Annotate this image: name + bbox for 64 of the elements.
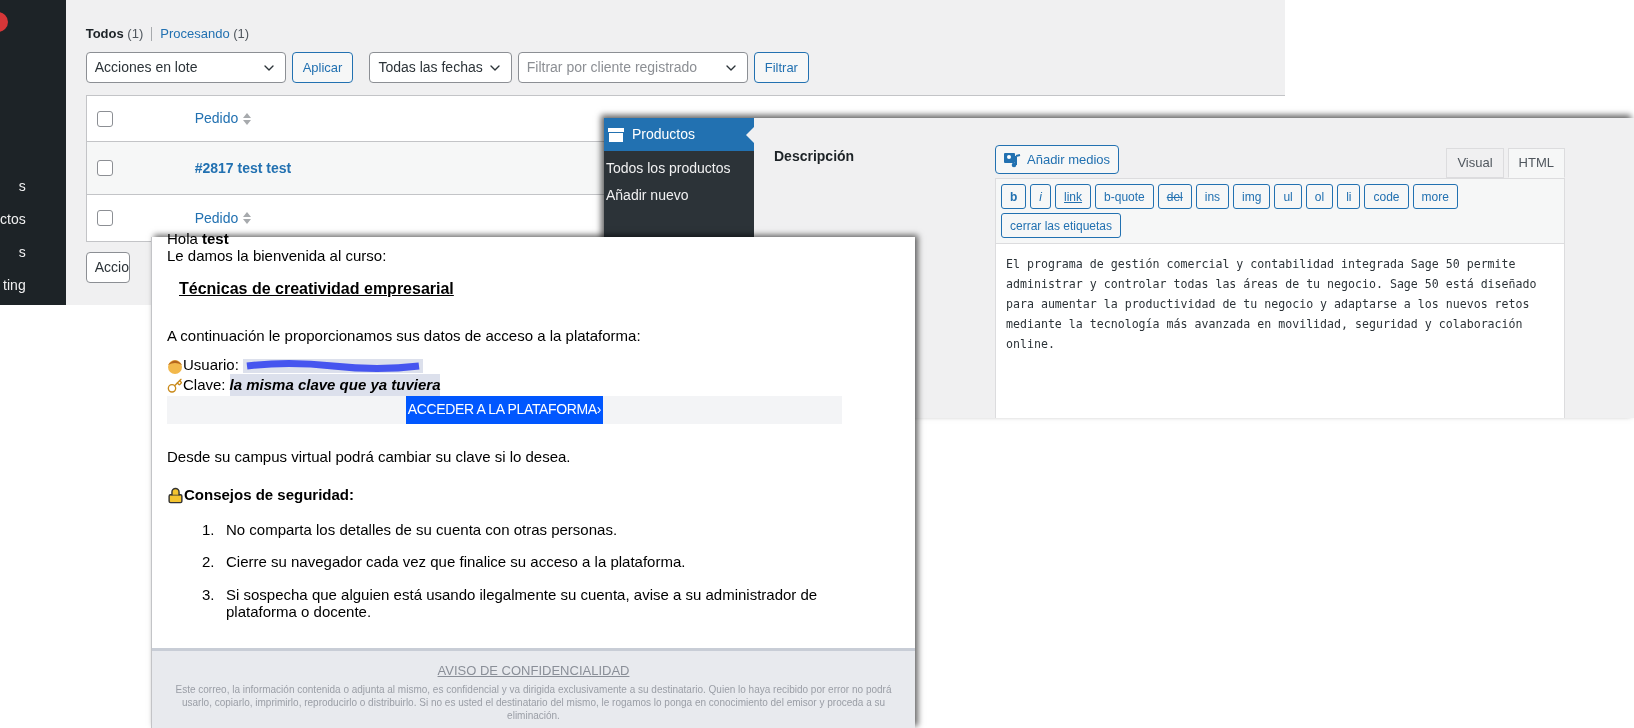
sidebar-item[interactable]: s	[0, 236, 66, 269]
checkbox[interactable]	[96, 160, 113, 176]
security-tip: No comparta los detalles de su cuenta con otras personas.	[226, 520, 619, 538]
customer-filter-select[interactable]: Filtrar por cliente registrado	[517, 52, 748, 83]
media-icon	[1004, 151, 1021, 168]
sort-icon	[242, 111, 253, 126]
tag-button[interactable]: cerrar las etiquetas	[1001, 213, 1122, 238]
intro-text: A continuación le proporcionamos sus datos de acceso a la plataforma:	[167, 326, 642, 346]
checkbox[interactable]	[96, 110, 113, 127]
password-label: Clave:	[183, 375, 226, 396]
view-filter-link[interactable]: Todos (1)	[85, 24, 144, 44]
sidebar-item[interactable]: ting	[0, 269, 66, 302]
tag-button[interactable]: li	[1337, 184, 1361, 209]
checkbox[interactable]	[96, 210, 113, 226]
content-textarea[interactable]: El programa de gestión comercial y contabilidad integrada Sage 50 permite administrar y controlar todas las áreas de tu negocio. Sage 50 está diseñado para aumentar la productividad de tu negocio y adaptarse a los nuevos retos mediante la tecnología más avanzada en movilidad, seguridad y colaboración online.	[995, 244, 1565, 418]
tag-button[interactable]: link	[1055, 184, 1092, 209]
order-link[interactable]: #2817 test test	[194, 157, 292, 179]
tag-button[interactable]: b	[1001, 184, 1027, 209]
bulk-actions-select[interactable]: Accio	[85, 252, 130, 283]
user-label: Usuario:	[183, 355, 239, 376]
filter-button[interactable]: Filtrar	[753, 52, 809, 83]
view-filter-link[interactable]: Procesando (1)	[160, 24, 250, 44]
date-filter-select[interactable]: Todas las fechas	[369, 52, 512, 83]
list-number: 1.	[202, 519, 216, 540]
child-emoji-icon	[167, 357, 183, 374]
editor-tab[interactable]: Visual	[1446, 148, 1504, 178]
tag-button[interactable]: ins	[1195, 184, 1230, 209]
tag-button[interactable]: i	[1030, 184, 1051, 209]
password-value: la misma clave que ya tuviera	[229, 374, 441, 397]
sidebar-item[interactable]: s	[0, 170, 66, 203]
tag-button[interactable]: ul	[1274, 184, 1302, 209]
menu-item[interactable]: Productos	[604, 118, 754, 151]
course-title: Técnicas de creatividad empresarial	[179, 279, 455, 299]
add-media-button[interactable]: Añadir medios	[995, 145, 1120, 174]
security-tip: Cierre su navegador cada vez que finalice su acceso a la plataforma.	[226, 553, 687, 570]
apply-button[interactable]: Aplicar	[291, 52, 354, 83]
list-number: 2.	[202, 552, 216, 572]
tag-button[interactable]: ol	[1305, 184, 1334, 209]
key-icon	[167, 377, 183, 394]
notice-text: Este correo, la información contenida o adjunta al mismo, es confidencial y va dirigida exclusivamente a su destinatario. Quien lo haya recibido por error no podrá usarlo, copiarlo, imprimirlo, reproducirlo o distribuirlo. Si no es usted el destinatario del mismo, le rogamos lo ponga en conocimiento del emisor y proceda a su eliminación.	[174, 682, 893, 722]
tag-button[interactable]: del	[1157, 184, 1192, 209]
tag-button[interactable]: img	[1233, 184, 1271, 209]
column-header[interactable]: Pedido	[194, 207, 239, 229]
bulk-actions-select[interactable]: Acciones en lote	[85, 52, 286, 83]
access-platform-button[interactable]: ACCEDER A LA PLATAFORMA›	[405, 395, 604, 424]
sidebar-item[interactable]: ctos	[0, 203, 66, 236]
tag-button[interactable]: b-quote	[1095, 184, 1154, 209]
security-tip: Si sospecha que alguien está usando ilegalmente su cuenta, avise a su administrador de plataforma o docente.	[226, 585, 819, 620]
tag-button[interactable]: more	[1412, 184, 1458, 209]
lock-icon	[167, 486, 184, 504]
archive-icon	[608, 127, 624, 142]
editor-tab[interactable]: HTML	[1507, 148, 1565, 178]
list-number: 3.	[202, 584, 216, 605]
tag-button[interactable]: code	[1364, 184, 1409, 209]
field-label: Descripción	[774, 147, 856, 166]
security-title: Consejos de seguridad:	[184, 485, 355, 505]
submenu-item[interactable]: Añadir nuevo	[604, 182, 754, 209]
notice-title: AVISO DE CONFIDENCIALIDAD	[437, 662, 630, 680]
submenu-item[interactable]: Todos los productos	[604, 155, 754, 182]
welcome-text: Le damos la bienvenida al curso:	[167, 247, 388, 265]
column-header[interactable]: Pedido	[194, 108, 239, 129]
greeting-text: Hola test	[167, 231, 230, 247]
campus-note: Desde su campus virtual podrá cambiar su clave si lo desea.	[167, 446, 572, 467]
sort-icon	[242, 211, 253, 225]
